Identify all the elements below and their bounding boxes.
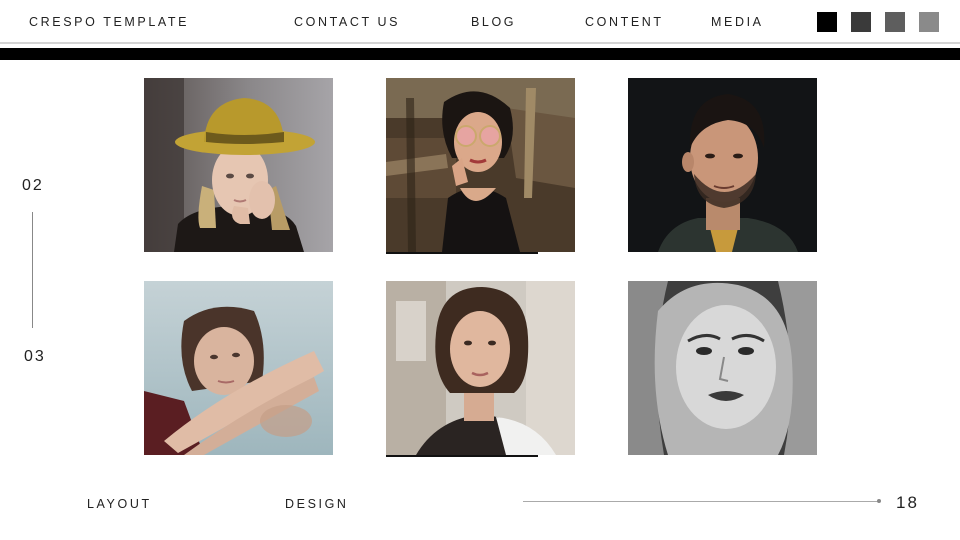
footer-label-layout: LAYOUT: [87, 497, 152, 511]
photo-underline-bottom: [386, 455, 538, 457]
photo-woman-pink-sunglasses: [386, 78, 575, 252]
photo-woman-reflection: [144, 281, 333, 455]
header-divider-thick: [0, 48, 960, 60]
color-swatch-light-gray: [919, 12, 939, 32]
photo-woman-white-shirt: [386, 281, 575, 455]
photo-underline-top: [386, 252, 538, 254]
color-swatch-black: [817, 12, 837, 32]
sidebar-vertical-line: [32, 212, 33, 328]
header-divider-thin: [0, 42, 960, 44]
footer-divider-line: [523, 501, 879, 502]
top-navigation-bar: CRESPO TEMPLATE CONTACT US BLOG CONTENT …: [0, 0, 960, 44]
color-swatch-gray: [885, 12, 905, 32]
slide-number-top: 02: [22, 177, 44, 194]
slide-number-bottom: 03: [24, 348, 46, 365]
brand-title[interactable]: CRESPO TEMPLATE: [29, 14, 189, 30]
nav-contact-us[interactable]: CONTACT US: [294, 14, 400, 30]
color-swatch-dark-gray: [851, 12, 871, 32]
footer-line-end-dot: [877, 499, 881, 503]
photo-man-portrait: [628, 78, 817, 252]
photo-woman-yellow-hat: [144, 78, 333, 252]
page-number: 18: [896, 493, 919, 512]
nav-content[interactable]: CONTENT: [585, 14, 664, 30]
photo-woman-monochrome: [628, 281, 817, 455]
nav-blog[interactable]: BLOG: [471, 14, 516, 30]
footer-label-design: DESIGN: [285, 497, 349, 511]
nav-media[interactable]: MEDIA: [711, 14, 764, 30]
